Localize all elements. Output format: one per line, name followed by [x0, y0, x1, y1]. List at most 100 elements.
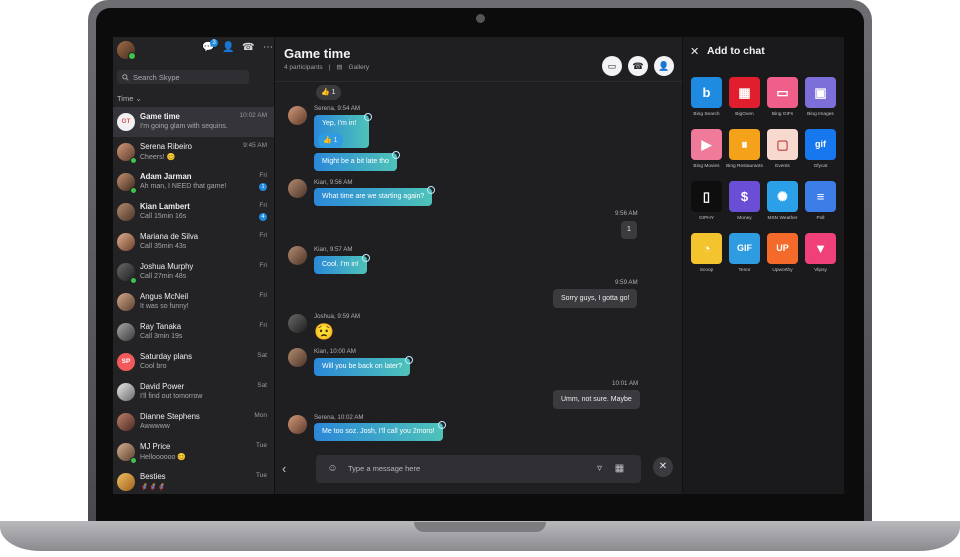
message-composer[interactable]: ☺ Type a message here ▿ ▦ — [316, 455, 641, 483]
close-panel-button[interactable]: ✕ — [653, 457, 673, 477]
contacts-icon[interactable]: 👤 — [222, 42, 234, 54]
app-tile[interactable]: ▢ Events — [767, 129, 798, 169]
conversation-item[interactable]: Joshua Murphy Call 27min 48s Fri — [113, 257, 274, 287]
message-meta: 9:56 AM — [615, 210, 638, 217]
conversation-preview: Helloooooo 😊 — [140, 454, 187, 461]
app-tile[interactable]: ⏸ Bing Restaurants — [726, 129, 763, 169]
avatar — [117, 203, 135, 221]
conversation-item[interactable]: Mariana de Silva Call 35min 43s Fri — [113, 227, 274, 257]
outgoing-bubble[interactable]: Sorry guys, I gotta go! — [553, 289, 638, 308]
app-icon: b — [702, 85, 711, 100]
conversation-name: Kian Lambert — [140, 202, 190, 211]
laptop-notch — [414, 522, 546, 532]
app-tile[interactable]: $ Money — [729, 181, 760, 221]
search-icon — [122, 73, 129, 81]
conversation-item[interactable]: MJ Price Helloooooo 😊 Tue — [113, 437, 274, 467]
reaction-chip[interactable]: 👍 1 — [316, 85, 341, 100]
avatar — [117, 323, 135, 341]
sidebar-toolbar: 💬 3 👤 ☎ ⋯ — [202, 39, 274, 54]
message-bubble[interactable]: What time are we starting again? — [314, 186, 436, 206]
sort-dropdown[interactable]: Time ⌄ — [117, 94, 142, 103]
app-tile[interactable]: ≡ Poll — [805, 181, 836, 221]
outgoing-bubble[interactable]: 1 — [621, 221, 637, 239]
message-bubble[interactable]: Me too soz. Josh, I'll call you 2moro! — [314, 421, 446, 441]
app-tile[interactable]: ▣ Bing Images — [805, 77, 836, 117]
conversation-item[interactable]: Adam Jarman Ah man, I NEED that game! Fr… — [113, 167, 274, 197]
avatar — [117, 383, 135, 401]
app-tile[interactable]: ▯ GIPHY — [691, 181, 722, 221]
conversation-item[interactable]: Angus McNeil It was so funny! Fri — [113, 287, 274, 317]
sticker-icon[interactable]: ▿ — [594, 463, 605, 474]
conversation-item[interactable]: Ray Tanaka Call 3min 19s Fri — [113, 317, 274, 347]
conversation-item[interactable]: Serena Ribeiro Cheers! 😊 9:45 AM — [113, 137, 274, 167]
add-to-chat-panel: ✕ Add to chat b Bing Search ▦ BigOven ▭ Bing … — [682, 37, 844, 494]
app-tile[interactable]: ◔ Scoop — [691, 233, 722, 273]
app-tile[interactable]: ▦ BigOven — [729, 77, 760, 117]
conversation-item[interactable]: GT Game time I'm going glam with sequins… — [113, 107, 274, 137]
conversation-preview: Cheers! 😊 — [140, 154, 176, 161]
calls-icon[interactable]: ☎ — [242, 42, 254, 54]
sender-avatar — [288, 106, 307, 125]
search-input[interactable]: Search Skype — [117, 70, 249, 84]
message-text: Cool. I'm in! — [322, 261, 359, 268]
audio-call-button[interactable]: ☎ — [628, 56, 648, 76]
app-icon: UP — [776, 243, 789, 253]
app-tile[interactable]: ▭ Bing GIFs — [767, 77, 798, 117]
app-label: Events — [775, 164, 790, 169]
message-meta: Kian, 10:00 AM — [314, 348, 356, 355]
message-bubble[interactable]: Might be a bit late tho — [314, 151, 400, 171]
conversation-preview: It was so funny! — [140, 303, 189, 310]
more-options-icon[interactable]: ⋯ — [262, 42, 274, 54]
message-emoji[interactable]: 😟 — [314, 322, 334, 342]
app-icon: ✺ — [777, 189, 788, 204]
app-label: Scoop — [699, 268, 714, 273]
seen-indicator — [361, 254, 370, 262]
reaction-chip[interactable]: 👍 1 — [318, 133, 343, 148]
app-tile[interactable]: gif Gfycat — [805, 129, 836, 169]
video-call-button[interactable]: ▭ — [602, 56, 622, 76]
app-tile[interactable]: GIF Tenor — [729, 233, 760, 273]
app-label: Money — [737, 216, 752, 221]
sender-avatar — [288, 246, 307, 265]
back-chevron-icon[interactable]: ‹ — [282, 461, 286, 476]
profile-avatar[interactable] — [117, 41, 136, 60]
message-text: Sorry guys, I gotta go! — [561, 295, 630, 302]
message-bubble[interactable]: Cool. I'm in! — [314, 254, 370, 274]
app-label: Bing GIFs — [771, 112, 794, 117]
conversation-preview: I'm going glam with sequins. — [140, 123, 228, 130]
app-tile[interactable]: b Bing Search — [691, 77, 722, 117]
add-people-button[interactable]: 👤 — [654, 56, 674, 76]
sort-label: Time — [117, 94, 134, 103]
media-gallery-icon[interactable]: ▦ — [614, 463, 625, 474]
outgoing-bubble[interactable]: Umm, not sure. Maybe — [553, 390, 640, 409]
conversation-item[interactable]: Besties 🦸🦸🦸 Tue — [113, 467, 274, 494]
chat-title[interactable]: Game time — [284, 46, 350, 61]
avatar-initials: GT — [121, 118, 131, 125]
gallery-link[interactable]: Gallery — [349, 64, 370, 71]
emoji-icon[interactable]: ☺ — [327, 463, 338, 474]
conversation-item[interactable]: David Power I'll find out tomorrow Sat — [113, 377, 274, 407]
close-icon[interactable]: ✕ — [690, 45, 699, 58]
app-tile[interactable]: ✺ MSN Weather — [767, 181, 798, 221]
participants-count[interactable]: 4 participants — [284, 64, 323, 71]
conversation-item[interactable]: Kian Lambert Call 15min 16s Fri 4 — [113, 197, 274, 227]
conversation-time: Sat — [257, 382, 267, 389]
app-tile[interactable]: ▶ Bing Movies — [691, 129, 722, 169]
message-meta: Serena, 10:02 AM — [314, 414, 364, 421]
conversation-preview: Call 15min 16s — [140, 213, 187, 220]
app-icon: ▯ — [702, 189, 711, 204]
conversation-time: Fri — [259, 262, 267, 269]
close-icon: ✕ — [658, 461, 668, 472]
app-tile[interactable]: UP Upworthy — [767, 233, 798, 273]
conversation-name: Game time — [140, 112, 180, 121]
app-tile[interactable]: ▼ Vlipsy — [805, 233, 836, 273]
message-list: 👍 1 Serena, 9:54 AM Yep, I'm in! 👍 1 Mig… — [275, 82, 682, 442]
conversation-item[interactable]: Dianne Stephens Awwwww Mon — [113, 407, 274, 437]
conversation-item[interactable]: SP Saturday plans Cool bro Sat — [113, 347, 274, 377]
message-bubble[interactable]: Will you be back on later? — [314, 356, 414, 376]
seen-indicator — [405, 356, 414, 364]
skype-window: 💬 3 👤 ☎ ⋯ Search Skype Time ⌄ GT Game tim… — [113, 37, 844, 494]
chats-icon[interactable]: 💬 3 — [202, 39, 218, 54]
message-text: Might be a bit late tho — [322, 158, 389, 165]
conversation-list: GT Game time I'm going glam with sequins… — [113, 107, 274, 494]
